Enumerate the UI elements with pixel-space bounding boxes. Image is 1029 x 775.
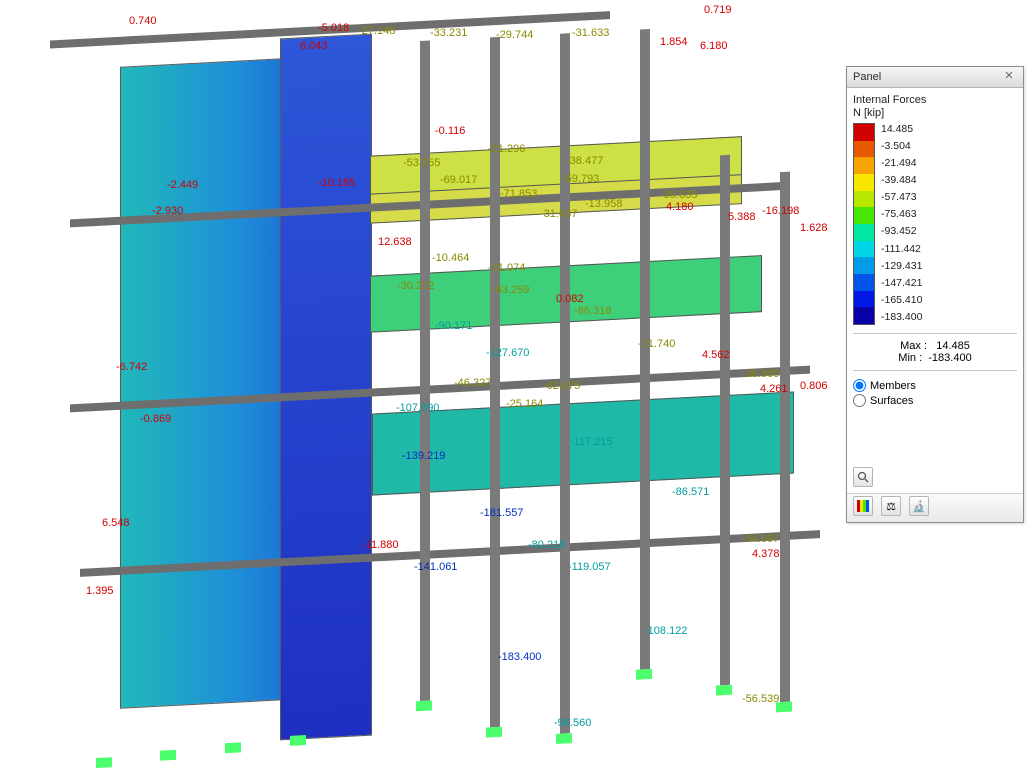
support	[225, 742, 241, 753]
panel-title-text: Panel	[853, 71, 881, 83]
support	[96, 757, 112, 768]
legend-labels: 14.485 -3.504 -21.494 -39.484 -57.473 -75.463…	[881, 123, 922, 323]
column	[720, 155, 730, 686]
legend-tick: -183.400	[881, 311, 922, 323]
legend-bar	[853, 123, 875, 325]
legend-segment	[854, 141, 874, 158]
legend-tick: 14.485	[881, 123, 922, 135]
balance-icon[interactable]: ⚖	[881, 496, 901, 516]
legend-segment	[854, 241, 874, 258]
column	[640, 29, 650, 670]
force-label: 1.395	[86, 585, 114, 597]
legend-segment	[854, 224, 874, 241]
force-label: 0.806	[800, 380, 828, 392]
magnifier-icon[interactable]	[853, 467, 873, 487]
legend-segment	[854, 291, 874, 308]
microscope-icon[interactable]: 🔬	[909, 496, 929, 516]
column	[560, 33, 570, 734]
support	[160, 750, 176, 761]
force-label: 0.740	[129, 15, 157, 27]
minmax-box: Max : 14.485 Min : -183.400	[853, 333, 1017, 371]
core-wall	[280, 34, 372, 741]
results-panel[interactable]: Panel ✕ Internal Forces N [kip] 14.485 -3…	[846, 66, 1024, 523]
radio-surfaces[interactable]: Surfaces	[853, 394, 1017, 407]
legend-tick: -147.421	[881, 277, 922, 289]
legend-tick: -129.431	[881, 260, 922, 272]
legend-segment	[854, 157, 874, 174]
max-line: Max : 14.485	[853, 340, 1017, 352]
legend-tick: -93.452	[881, 225, 922, 237]
legend-tick: -75.463	[881, 208, 922, 220]
legend-segment	[854, 124, 874, 141]
legend-segment	[854, 274, 874, 291]
panel-titlebar[interactable]: Panel ✕	[847, 67, 1023, 88]
column	[420, 41, 430, 702]
panel-heading-2: N [kip]	[853, 107, 1017, 119]
support	[416, 700, 432, 711]
force-label: 0.719	[704, 4, 732, 16]
support	[556, 733, 572, 744]
legend-segment	[854, 191, 874, 208]
support	[290, 735, 306, 746]
column	[490, 37, 500, 728]
floor-slab-2	[372, 391, 794, 495]
support	[776, 702, 792, 713]
support	[486, 727, 502, 738]
legend-tick: -21.494	[881, 157, 922, 169]
legend-tick: -39.484	[881, 174, 922, 186]
legend-segment	[854, 257, 874, 274]
color-scale-icon[interactable]	[853, 496, 873, 516]
panel-body: Internal Forces N [kip] 14.485 -3.504 -21.…	[847, 88, 1023, 493]
legend-tick: -57.473	[881, 191, 922, 203]
legend-segment	[854, 174, 874, 191]
legend-segment	[854, 307, 874, 324]
column	[780, 172, 790, 703]
panel-footer: ⚖ 🔬	[847, 493, 1023, 522]
color-legend: 14.485 -3.504 -21.494 -39.484 -57.473 -75.463…	[853, 123, 1017, 325]
panel-heading-1: Internal Forces	[853, 94, 1017, 106]
close-icon[interactable]: ✕	[1001, 70, 1017, 84]
radio-members[interactable]: Members	[853, 379, 1017, 392]
radio-members-input[interactable]	[853, 379, 866, 392]
support	[716, 685, 732, 696]
legend-tick: -111.442	[881, 243, 922, 255]
legend-segment	[854, 207, 874, 224]
min-line: Min : -183.400	[853, 352, 1017, 364]
building-3d	[120, 23, 760, 757]
radio-surfaces-input[interactable]	[853, 394, 866, 407]
legend-tick: -3.504	[881, 140, 922, 152]
model-viewport[interactable]: 0.740-5.018-27.148-33.231-29.744-31.6331…	[0, 0, 840, 775]
display-mode-radios: Members Surfaces	[853, 379, 1017, 407]
force-label: -33.231	[430, 27, 467, 39]
legend-tick: -165.410	[881, 294, 922, 306]
force-label: 1.628	[800, 222, 828, 234]
support	[636, 669, 652, 680]
